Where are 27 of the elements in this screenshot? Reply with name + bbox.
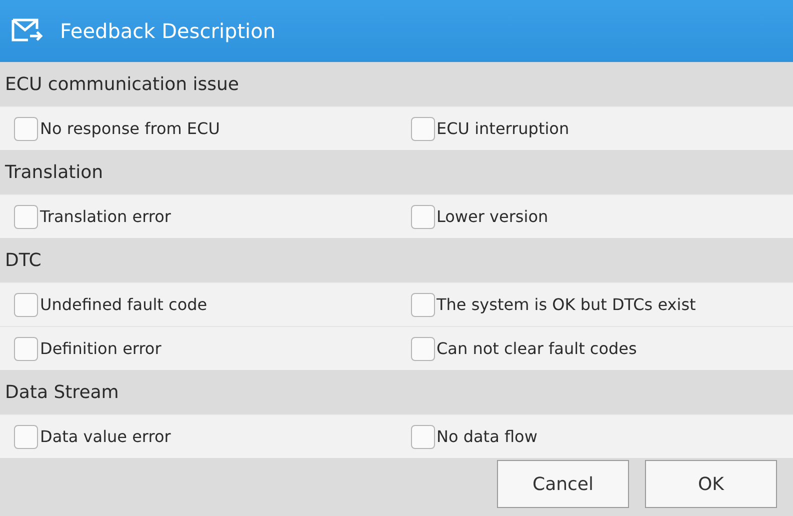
option-label: Undefined fault code bbox=[40, 295, 208, 314]
option-label: No response from ECU bbox=[40, 119, 220, 138]
section-title: Translation bbox=[5, 162, 104, 182]
checkbox[interactable] bbox=[410, 336, 434, 360]
option-label: Lower version bbox=[436, 207, 548, 226]
checkbox[interactable] bbox=[410, 116, 434, 140]
option-label: Can not clear fault codes bbox=[436, 339, 637, 358]
checkbox[interactable] bbox=[14, 292, 38, 316]
window-title: Feedback Description bbox=[60, 19, 276, 43]
checkbox[interactable] bbox=[14, 336, 38, 360]
dialog-button[interactable]: OK bbox=[645, 460, 777, 508]
option-label: Translation error bbox=[40, 207, 171, 226]
checkbox[interactable] bbox=[14, 204, 38, 228]
checkbox[interactable] bbox=[410, 204, 434, 228]
option-label: Definition error bbox=[40, 339, 162, 358]
option-label: No data flow bbox=[436, 427, 538, 446]
section-title: Data Stream bbox=[5, 382, 119, 402]
option-label: The system is OK but DTCs exist bbox=[436, 295, 696, 314]
checkbox[interactable] bbox=[410, 292, 434, 316]
checkbox[interactable] bbox=[14, 116, 38, 140]
dialog-button[interactable]: Cancel bbox=[497, 460, 629, 508]
option-label: ECU interruption bbox=[436, 119, 570, 138]
section-title: DTC bbox=[5, 250, 42, 270]
checkbox[interactable] bbox=[410, 424, 434, 448]
option-label: Data value error bbox=[40, 427, 171, 446]
checkbox[interactable] bbox=[14, 424, 38, 448]
section-title: ECU communication issue bbox=[5, 74, 239, 94]
